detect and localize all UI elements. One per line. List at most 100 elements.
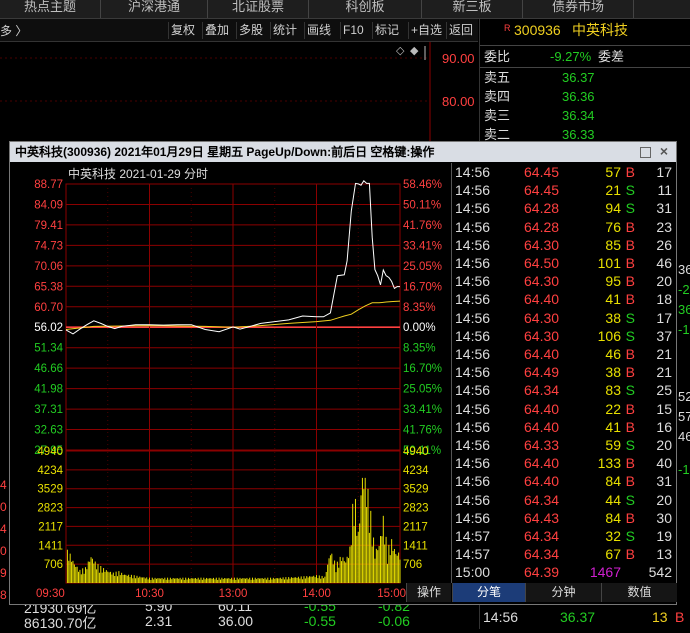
tick-time: 14:56 [455, 291, 491, 308]
price-axis-80: 80.00 [442, 94, 475, 109]
statistics-button[interactable]: 统计 [270, 22, 299, 39]
tick-side: B [625, 546, 635, 563]
left-edge-marks: 4 0 4 0 9 8 [0, 478, 9, 604]
intraday-chart[interactable]: 中英科技 2021-01-29 分时 88.77 84.09 79.41 74.73 70… [10, 163, 451, 604]
tick-volume: 32 [605, 528, 621, 544]
price-tick-label: 32.63 [34, 425, 63, 437]
tick-price: 64.34 [524, 491, 560, 508]
tick-volume: 84 [605, 473, 621, 490]
tick-row: 14:56 64.50 101 B 46 [452, 254, 677, 272]
ask-5-row: 卖五 36.37 [480, 68, 690, 87]
close-icon[interactable]: × [658, 144, 670, 158]
diamond-marker-icon: ◆ [410, 45, 419, 57]
tick-price: 64.43 [524, 509, 560, 526]
tick-time: 14:56 [455, 309, 491, 326]
stock-header: R 300936 中英科技 [480, 21, 690, 40]
tick-side: B [675, 609, 685, 625]
tick-volume: 41 [605, 418, 621, 435]
left-mark: 8 [0, 588, 7, 602]
dialog-title: 中英科技(300936) 2021年01月29日 星期五 PageUp/Down… [15, 145, 435, 159]
tick-volume: 67 [605, 546, 621, 563]
volume-tick-label: 706 [403, 559, 422, 571]
left-mark: 4 [0, 522, 7, 536]
overlay-button[interactable]: 叠加 [202, 22, 231, 39]
toolbar: 多 〉 复权 叠加 多股 统计 画线 F10 标记 +自选 返回 [0, 19, 478, 42]
more-button[interactable]: 多 〉 [0, 22, 27, 39]
maximize-icon[interactable] [640, 147, 651, 158]
value-2c: 36.00 [218, 613, 254, 629]
tick-volume: 59 [605, 437, 621, 453]
tick-count: 13 [656, 546, 672, 563]
back-button[interactable]: 返回 [446, 22, 475, 39]
tab-star-market[interactable]: 科创板 [309, 0, 422, 18]
volume-tick-label: 2823 [37, 503, 63, 515]
dialog-title-bar[interactable]: 中英科技(300936) 2021年01月29日 星期五 PageUp/Down… [10, 142, 676, 162]
tick-price: 64.30 [524, 273, 560, 290]
tab-bse-stocks[interactable]: 北证股票 [208, 0, 309, 18]
tab-values[interactable]: 数值 [601, 583, 677, 602]
tick-price: 64.49 [524, 364, 560, 381]
tab-neeq[interactable]: 新三板 [422, 0, 523, 18]
volume-tick-label: 4940 [403, 446, 429, 458]
time-axis-label: 15:00 [377, 588, 406, 600]
tick-row: 14:56 64.40 133 B 40 [452, 454, 677, 472]
f10-button[interactable]: F10 [340, 22, 366, 39]
stock-name: 中英科技 [572, 22, 628, 38]
operate-button[interactable]: 操作 [406, 583, 451, 602]
side-value: 46 [678, 429, 690, 444]
time-axis-label: 13:00 [219, 588, 248, 600]
tick-price: 64.34 [524, 528, 560, 544]
bottom-summary-strip: 21930.69亿 5.90 60.11 -0.55 -0.82 86130.7… [0, 598, 479, 631]
tick-volume: 21 [605, 182, 621, 199]
intraday-dialog[interactable]: 中英科技(300936) 2021年01月29日 星期五 PageUp/Down… [9, 141, 677, 605]
tick-row: 14:56 64.40 41 B 16 [452, 418, 677, 436]
tick-time: 14:56 [455, 382, 491, 399]
tick-time: 14:56 [483, 609, 519, 625]
tick-time: 14:56 [455, 364, 491, 381]
price-tick-label: 51.34 [34, 343, 63, 355]
tick-price: 64.45 [524, 164, 560, 180]
tick-volume: 38 [605, 309, 621, 326]
restore-rights-button[interactable]: 复权 [168, 22, 197, 39]
draw-line-button[interactable]: 画线 [304, 22, 333, 39]
tick-volume: 101 [597, 255, 621, 271]
tick-time: 14:56 [455, 255, 491, 271]
tick-volume: 106 [597, 327, 621, 344]
tab-minutes[interactable]: 分钟 [525, 583, 601, 602]
time-axis-label: 10:30 [135, 588, 164, 600]
tick-volume: 41 [605, 291, 621, 308]
pct-tick-label: 8.35% [403, 343, 436, 355]
tick-count: 17 [656, 164, 672, 180]
ask-price: 36.34 [562, 108, 595, 123]
pct-tick-label: 8.35% [403, 302, 436, 314]
price-tick-label: 46.66 [34, 363, 63, 375]
pct-tick-label: 25.05% [403, 384, 442, 396]
tick-side: S [625, 528, 635, 544]
tick-row: 15:00 64.39 1467 542 [452, 563, 677, 581]
price-axis-90: 90.00 [442, 51, 475, 66]
tick-time: 15:00 [455, 564, 491, 581]
tick-count: 19 [656, 528, 672, 544]
tab-ticks[interactable]: 分笔 [452, 583, 525, 602]
tick-time: 14:56 [455, 418, 491, 435]
tick-row: 14:57 64.34 32 S 19 [452, 527, 677, 545]
tick-count: 20 [656, 273, 672, 290]
multi-stock-button[interactable]: 多股 [236, 22, 265, 39]
ask-price: 36.36 [562, 89, 595, 104]
mark-button[interactable]: 标记 [372, 22, 401, 39]
tick-count: 30 [656, 509, 672, 526]
pct-tick-label: 16.70% [403, 281, 442, 293]
tick-price: 64.30 [524, 327, 560, 344]
tab-hk-connect[interactable]: 沪深港通 [101, 0, 208, 18]
tick-row: 14:56 64.40 22 B 15 [452, 400, 677, 418]
tick-price: 64.33 [524, 437, 560, 453]
tick-time: 14:56 [455, 273, 491, 290]
tab-bond-market[interactable]: 债券市场 [523, 0, 634, 18]
add-watchlist-button[interactable]: +自选 [408, 22, 444, 39]
tick-list[interactable]: 14:56 64.45 57 B 17 14:56 64.45 21 S 11 14:56 64.28… [451, 163, 677, 583]
tick-time: 14:56 [455, 455, 491, 472]
value-2b: 2.31 [145, 613, 173, 629]
tick-time: 14:56 [455, 236, 491, 253]
tab-hot-topics[interactable]: 热点主题 [0, 0, 101, 18]
tick-time: 14:56 [455, 164, 491, 180]
